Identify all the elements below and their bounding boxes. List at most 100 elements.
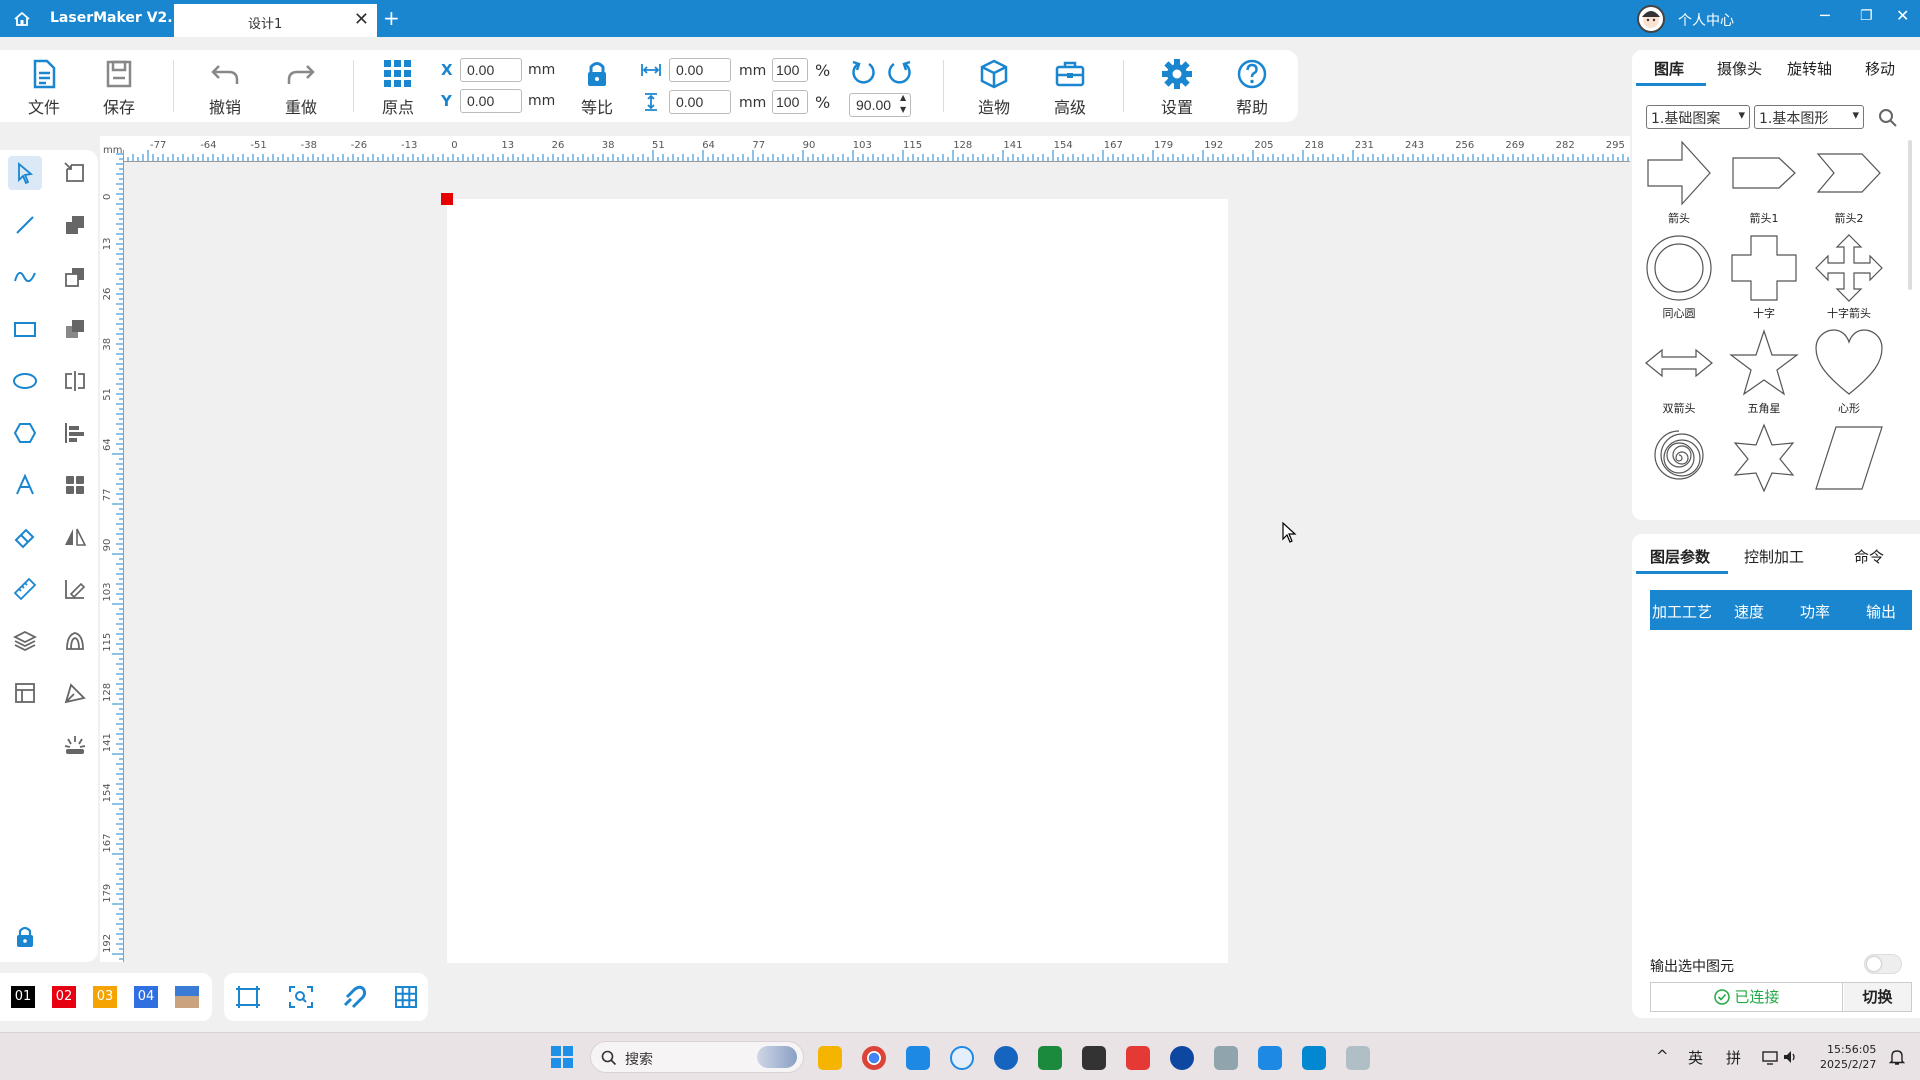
minimize-icon[interactable]: ─ xyxy=(1820,6,1830,25)
curve-tool[interactable] xyxy=(8,260,42,294)
browser-icon[interactable] xyxy=(950,1046,974,1070)
help-button[interactable]: 帮助 xyxy=(1222,58,1282,118)
chrome-icon[interactable] xyxy=(862,1046,886,1070)
output-selected-toggle[interactable] xyxy=(1864,954,1902,974)
monitor-chart-icon[interactable] xyxy=(1214,1046,1238,1070)
volume-icon[interactable] xyxy=(1782,1049,1798,1065)
lasermaker-taskbar-icon[interactable] xyxy=(1302,1046,1326,1070)
shape-cross[interactable]: 十字 xyxy=(1724,233,1804,321)
shape-double-arrow[interactable]: 双箭头 xyxy=(1639,328,1719,416)
tab-camera[interactable]: 摄像头 xyxy=(1717,58,1762,79)
shape-concentric-circle[interactable]: 同心圆 xyxy=(1639,233,1719,321)
lock-ratio-button[interactable]: 等比 xyxy=(567,58,627,118)
shape-cross-arrow[interactable]: 十字箭头 xyxy=(1809,233,1889,321)
shape-arrow2[interactable]: 箭头2 xyxy=(1809,138,1889,226)
system-clock[interactable]: 15:56:05 2025/2/27 xyxy=(1820,1042,1876,1072)
layer-02-button[interactable]: 02 xyxy=(52,986,76,1008)
settings-button[interactable]: 设置 xyxy=(1147,58,1207,118)
tab-layer-params[interactable]: 图层参数 xyxy=(1650,546,1710,567)
origin-button[interactable]: 原点 xyxy=(368,58,428,118)
advanced-button[interactable]: 高级 xyxy=(1040,58,1100,118)
shape-spiral[interactable] xyxy=(1639,423,1719,495)
v-app-icon[interactable] xyxy=(1170,1046,1194,1070)
width-input[interactable] xyxy=(669,58,731,82)
category-select[interactable]: 1.基础图案 xyxy=(1646,105,1750,129)
library-scrollbar[interactable] xyxy=(1908,140,1912,290)
fit-frame-icon[interactable] xyxy=(235,985,261,1009)
text-tool[interactable] xyxy=(8,468,42,502)
select-tool[interactable] xyxy=(8,156,42,190)
save-button[interactable]: 保存 xyxy=(89,58,149,118)
inkscape-icon[interactable] xyxy=(1082,1046,1106,1070)
tab-command[interactable]: 命令 xyxy=(1854,546,1884,567)
pen-tool[interactable] xyxy=(58,676,92,710)
emboss-tool[interactable] xyxy=(58,624,92,658)
close-tab-icon[interactable]: ✕ xyxy=(354,9,369,30)
laser-tool[interactable] xyxy=(58,728,92,762)
layer-03-button[interactable]: 03 xyxy=(93,986,117,1008)
width-percent-input[interactable] xyxy=(772,58,808,82)
avatar[interactable] xyxy=(1637,5,1665,33)
ime-mode[interactable]: 拼 xyxy=(1726,1047,1741,1068)
work-canvas[interactable] xyxy=(447,199,1228,963)
union-tool[interactable] xyxy=(58,208,92,242)
tab-move[interactable]: 移动 xyxy=(1865,58,1895,79)
layers-tool[interactable] xyxy=(8,624,42,658)
x-position-input[interactable] xyxy=(460,58,522,82)
subtract-tool[interactable] xyxy=(58,260,92,294)
lock-canvas-button[interactable] xyxy=(8,920,42,954)
k-app-icon[interactable] xyxy=(994,1046,1018,1070)
shape-heart[interactable]: 心形 xyxy=(1809,328,1889,416)
zoom-to-selection-icon[interactable] xyxy=(288,985,314,1009)
app-store-icon[interactable] xyxy=(906,1046,930,1070)
height-input[interactable] xyxy=(669,90,731,114)
search-icon[interactable] xyxy=(1878,108,1898,128)
windows-start-icon[interactable] xyxy=(551,1046,573,1068)
layer-01-button[interactable]: 01 xyxy=(11,986,35,1008)
close-window-icon[interactable]: ✕ xyxy=(1896,6,1909,25)
undo-button[interactable]: 撤销 xyxy=(195,58,255,118)
rotate-ccw-icon[interactable] xyxy=(849,58,877,86)
rotate-cw-icon[interactable] xyxy=(886,58,914,86)
magnet-snap-icon[interactable] xyxy=(341,985,367,1009)
tab-control-process[interactable]: 控制加工 xyxy=(1744,546,1804,567)
taskbar-search[interactable]: 搜索 xyxy=(590,1041,804,1073)
mirror-tool[interactable] xyxy=(58,364,92,398)
home-icon[interactable] xyxy=(12,9,32,29)
rotation-stepper-icon[interactable]: ▲ ▼ xyxy=(900,92,906,116)
file-button[interactable]: 文件 xyxy=(14,58,74,118)
layer-04-button[interactable]: 04 xyxy=(134,986,158,1008)
table-tool[interactable] xyxy=(8,676,42,710)
rectangle-tool[interactable] xyxy=(8,312,42,346)
tab-design1[interactable]: 设计1 ✕ xyxy=(174,4,377,37)
eraser-tool[interactable] xyxy=(8,520,42,554)
intersect-tool[interactable] xyxy=(58,312,92,346)
tray-expand-icon[interactable]: ^ xyxy=(1656,1047,1669,1065)
build-button[interactable]: 造物 xyxy=(964,58,1024,118)
tab-rotary[interactable]: 旋转轴 xyxy=(1787,58,1832,79)
y-position-input[interactable] xyxy=(460,89,522,113)
notification-bell-icon[interactable] xyxy=(1888,1048,1906,1066)
shape-arrow[interactable]: 箭头 xyxy=(1639,138,1719,226)
line-tool[interactable] xyxy=(8,208,42,242)
video-app-icon[interactable] xyxy=(1258,1046,1282,1070)
ellipse-tool[interactable] xyxy=(8,364,42,398)
redo-button[interactable]: 重做 xyxy=(271,58,331,118)
shape-parallelogram[interactable] xyxy=(1809,423,1889,495)
file-explorer-icon[interactable] xyxy=(818,1046,842,1070)
align-tool[interactable] xyxy=(58,416,92,450)
ime-language[interactable]: 英 xyxy=(1688,1047,1703,1068)
subcategory-select[interactable]: 1.基本图形 xyxy=(1754,105,1864,129)
flip-tool[interactable] xyxy=(58,520,92,554)
shape-star[interactable]: 五角星 xyxy=(1724,328,1804,416)
shape-hexagram[interactable] xyxy=(1724,423,1804,495)
image-layer-button[interactable] xyxy=(175,986,199,1008)
height-percent-input[interactable] xyxy=(772,90,808,114)
array-tool[interactable] xyxy=(58,468,92,502)
remote-desktop-icon[interactable] xyxy=(1346,1046,1370,1070)
switch-button[interactable]: 切换 xyxy=(1844,983,1911,1011)
tab-library[interactable]: 图库 xyxy=(1654,58,1684,79)
measure-tool[interactable] xyxy=(8,572,42,606)
new-tab-icon[interactable]: + xyxy=(383,6,400,30)
grid-icon[interactable] xyxy=(394,985,418,1009)
